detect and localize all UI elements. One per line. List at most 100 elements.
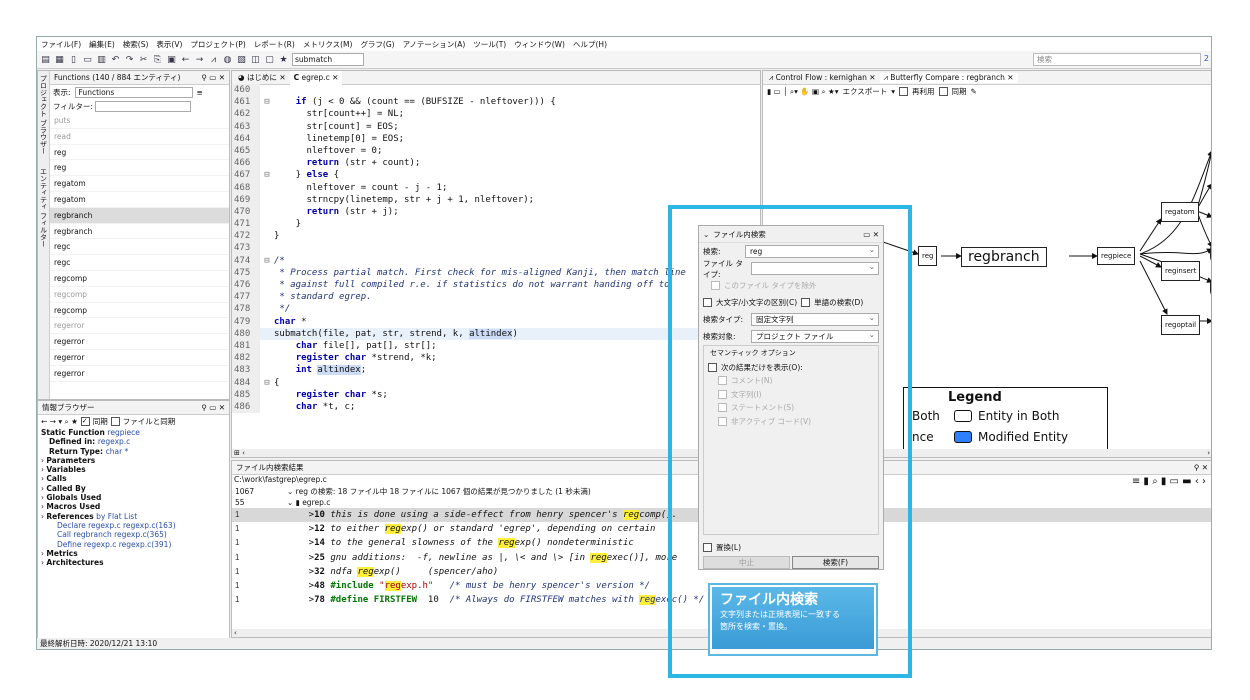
fold-toggle[interactable] xyxy=(260,328,274,340)
menu-item[interactable]: 検索(S) xyxy=(123,39,149,50)
entity-list-item[interactable]: regerror xyxy=(50,366,229,382)
node-rege[interactable]: rege xyxy=(1210,277,1211,297)
tab-egrep-c[interactable]: C egrep.c ✕ xyxy=(289,71,343,85)
menu-item[interactable]: 表示(V) xyxy=(156,39,182,50)
save-icon[interactable]: ▦ xyxy=(54,55,65,65)
fold-toggle[interactable] xyxy=(260,242,274,254)
fold-toggle[interactable]: ⊟ xyxy=(260,377,274,389)
entity-list-item[interactable]: regc xyxy=(50,255,229,271)
fold-toggle[interactable] xyxy=(260,206,274,218)
paste-icon[interactable]: ▣ xyxy=(166,55,177,65)
code-line[interactable]: 465 nleftover = 0; xyxy=(232,144,760,158)
node-regbranch[interactable]: regbranch xyxy=(961,247,1047,267)
fold-toggle[interactable] xyxy=(260,157,274,169)
fold-toggle[interactable] xyxy=(260,291,274,303)
info-line[interactable]: › Called By xyxy=(41,484,229,493)
fold-toggle[interactable] xyxy=(260,389,274,401)
fold-toggle[interactable] xyxy=(260,303,274,315)
star-icon[interactable]: ★ xyxy=(278,55,289,65)
code-line[interactable]: 467 ⊟ } else { xyxy=(232,169,760,182)
entity-list-item[interactable]: regcomp xyxy=(50,271,229,287)
reuse-checkbox[interactable] xyxy=(899,87,909,96)
export-button[interactable]: エクスポート xyxy=(843,86,888,97)
tab-project-browser[interactable]: プロジェクト ブラウザー xyxy=(39,75,49,154)
fold-toggle[interactable] xyxy=(260,145,274,157)
open-icon[interactable]: ▤ xyxy=(40,55,51,65)
sync-checkbox[interactable]: ✓ xyxy=(80,417,90,426)
entity-list-item[interactable]: reg xyxy=(50,145,229,161)
entity-list-item[interactable]: regcomp xyxy=(50,303,229,319)
fold-toggle[interactable] xyxy=(260,352,274,364)
fold-toggle[interactable]: ⊟ xyxy=(260,169,274,181)
wrench-icon[interactable]: ✎ xyxy=(971,87,977,96)
entity-list-item[interactable]: regerror xyxy=(50,334,229,350)
fold-toggle[interactable] xyxy=(260,108,274,120)
menu-item[interactable]: メトリクス(M) xyxy=(303,39,353,50)
info-line[interactable]: Define regexp.c regexp.c(391) xyxy=(41,540,229,549)
info-line[interactable]: › Metrics xyxy=(41,549,229,558)
tab-control-flow[interactable]: ⩘ Control Flow : kernighan ✕ xyxy=(765,73,880,83)
tab-entity-filter[interactable]: エンティティ フィルター xyxy=(39,168,49,247)
fold-toggle[interactable] xyxy=(260,218,274,230)
node-reginsert[interactable]: reginsert xyxy=(1161,261,1201,281)
scope-select[interactable]: submatch xyxy=(292,53,364,66)
fold-toggle[interactable] xyxy=(260,401,274,413)
forward-icon[interactable]: → xyxy=(194,55,205,65)
fold-toggle[interactable] xyxy=(260,267,274,279)
code-line[interactable]: 464 linetemp[0] = EOS; xyxy=(232,132,760,145)
fold-toggle[interactable] xyxy=(260,364,274,376)
cut-icon[interactable]: ✂ xyxy=(138,55,149,65)
code-line[interactable]: 460 xyxy=(232,84,760,97)
fold-toggle[interactable] xyxy=(260,182,274,194)
back-icon[interactable]: ← xyxy=(180,55,191,65)
undo-icon[interactable]: ↶ xyxy=(110,55,121,65)
filter-input[interactable] xyxy=(94,100,191,112)
graph-icon[interactable]: ⩘ xyxy=(208,55,219,65)
node-regoptail[interactable]: regoptail xyxy=(1161,315,1201,335)
fold-toggle[interactable]: ⊟ xyxy=(260,96,274,108)
info-line[interactable]: › Variables xyxy=(41,465,229,474)
code-line[interactable]: 461 ⊟ if (j < 0 && (count == (BUFSIZE - n… xyxy=(232,96,760,109)
pin-icon[interactable]: ⚲ ✕ xyxy=(1194,463,1211,472)
entity-list-item[interactable]: regbranch xyxy=(50,207,229,224)
redo-icon[interactable]: ↷ xyxy=(124,55,135,65)
fold-toggle[interactable] xyxy=(260,84,274,96)
menu-item[interactable]: レポート(R) xyxy=(254,39,295,50)
menu-item[interactable]: ファイル(F) xyxy=(41,39,81,50)
layout-icon[interactable]: ▧ xyxy=(236,55,247,65)
graph-sync-checkbox[interactable] xyxy=(938,87,948,96)
menu-item[interactable]: グラフ(G) xyxy=(360,39,394,50)
fold-toggle[interactable] xyxy=(260,121,274,133)
menu-item[interactable]: 編集(E) xyxy=(89,39,115,50)
code-line[interactable]: 462 str[count++] = NL; xyxy=(232,108,760,121)
info-line[interactable]: Return Type: char * xyxy=(41,447,229,456)
info-line[interactable]: › Parameters xyxy=(41,456,229,465)
entity-list-item[interactable]: regerror xyxy=(50,350,229,366)
info-line[interactable]: Defined in: regexp.c xyxy=(41,437,229,446)
fold-toggle[interactable]: ⊟ xyxy=(260,255,274,267)
fold-toggle[interactable] xyxy=(260,230,274,242)
info-line[interactable]: › Architectures xyxy=(41,558,229,567)
fold-toggle[interactable] xyxy=(260,316,274,328)
menu-item[interactable]: アノテーション(A) xyxy=(403,39,466,50)
copy-icon[interactable]: ⎘ xyxy=(152,55,163,65)
menu-icon[interactable]: ≡ xyxy=(197,88,203,97)
pin-icon[interactable]: ⚲ ▭ ✕ xyxy=(201,403,229,412)
nav-back-icon[interactable]: ← → ▾ ⌕ ★ xyxy=(41,417,78,427)
entity-list-item[interactable]: reg xyxy=(50,160,229,177)
tab-butterfly[interactable]: ⩘ Butterfly Compare : regbranch ✕ xyxy=(879,72,1018,83)
show-select[interactable]: Functions xyxy=(74,86,193,98)
fold-toggle[interactable] xyxy=(260,279,274,291)
entity-list-item[interactable]: regatom xyxy=(50,176,229,192)
info-line[interactable]: › References by Flat List xyxy=(41,512,229,521)
pin-icon[interactable]: ⚲ ▭ ✕ xyxy=(201,73,229,82)
result-file[interactable]: ⌄ ▮ egrep.c xyxy=(287,498,330,507)
results-tools-icon[interactable]: ≡ ▮ ⌕ ▮ ▭ ▬ ‹ › xyxy=(1132,476,1206,487)
print-icon[interactable]: ▥ xyxy=(96,55,107,65)
info-line[interactable]: Declare regexp.c regexp.c(163) xyxy=(41,521,229,530)
code-line[interactable]: 466 return (str + count); xyxy=(232,157,760,170)
menu-item[interactable]: プロジェクト(P) xyxy=(190,39,245,50)
folder-icon[interactable]: ▭ xyxy=(82,55,93,65)
menu-item[interactable]: ヘルプ(H) xyxy=(573,39,607,50)
new-file-icon[interactable]: ▯ xyxy=(68,55,79,65)
